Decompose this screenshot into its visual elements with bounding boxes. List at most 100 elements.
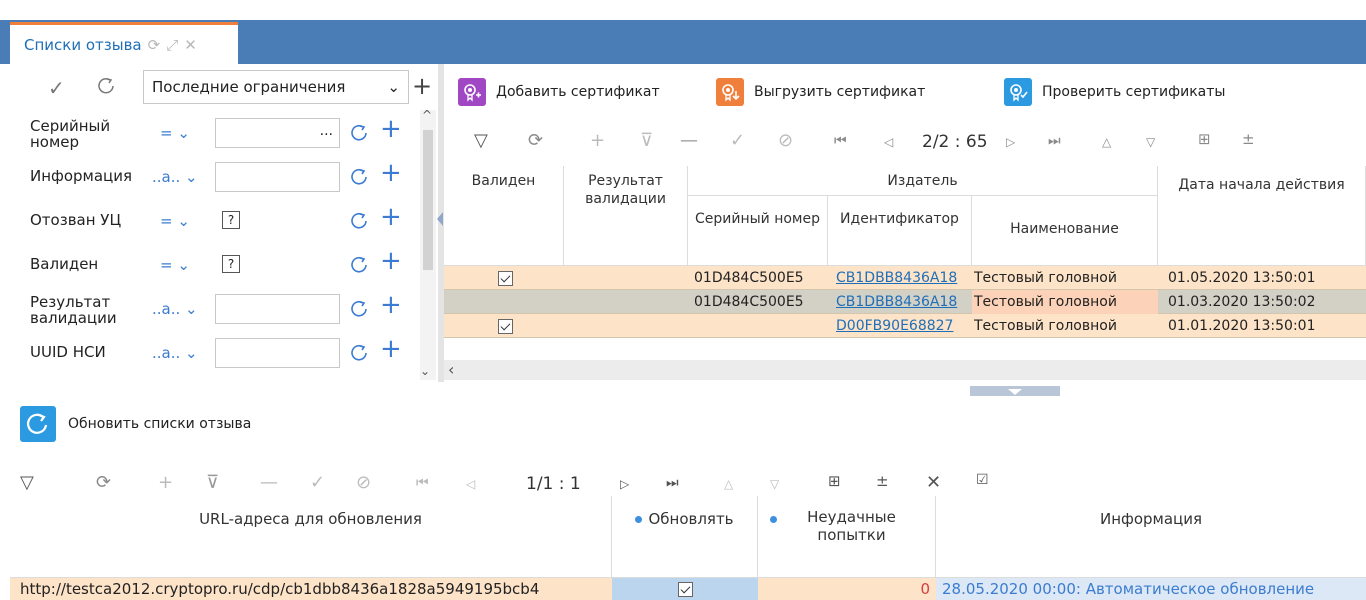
update-checkbox[interactable] xyxy=(612,578,758,600)
add-certificate-button[interactable]: Добавить сертификат xyxy=(458,78,660,106)
copy-icon[interactable]: ⊽ xyxy=(640,130,653,151)
filter-icon[interactable]: ▽ xyxy=(20,472,34,493)
add-icon[interactable]: + xyxy=(380,158,402,188)
refresh-icon[interactable] xyxy=(348,166,370,188)
col-failed-attempts[interactable]: Неудачные попытки xyxy=(758,496,936,578)
cancel-icon[interactable]: ⊘ xyxy=(356,472,371,493)
add-icon[interactable]: + xyxy=(380,334,402,364)
table-row[interactable]: D00FB90E68827 Тестовый головной 01.01.20… xyxy=(444,314,1366,338)
col-info[interactable]: Информация xyxy=(936,496,1366,578)
tristate-checkbox[interactable]: ? xyxy=(222,255,240,273)
tab-close-icon[interactable]: ✕ xyxy=(184,36,197,54)
confirm-icon[interactable]: ✓ xyxy=(730,130,745,151)
col-update[interactable]: Обновлять xyxy=(612,496,758,578)
identifier-link[interactable]: CB1DBB8436A18 xyxy=(836,290,972,314)
copy-icon[interactable]: ⊽ xyxy=(206,472,219,493)
filter-input[interactable] xyxy=(215,162,340,192)
verify-certificates-button[interactable]: Проверить сертификаты xyxy=(1004,78,1225,106)
operator-select[interactable]: = ⌄ xyxy=(160,212,190,230)
add-icon[interactable]: + xyxy=(158,472,173,493)
refresh-icon[interactable] xyxy=(348,254,370,276)
collapse-down-icon[interactable] xyxy=(1008,389,1022,395)
scroll-up-icon[interactable]: ^ xyxy=(422,108,432,122)
start-date-cell: 01.03.2020 13:50:02 xyxy=(1168,294,1316,310)
operator-select[interactable]: ..a.. ⌄ xyxy=(152,300,198,318)
col-name[interactable]: Наименование xyxy=(972,196,1158,266)
identifier-link[interactable]: D00FB90E68827 xyxy=(836,314,972,338)
scroll-down-icon[interactable]: ⌄ xyxy=(420,364,430,378)
identifier-link[interactable]: CB1DBB8436A18 xyxy=(836,266,972,290)
refresh-icon[interactable]: ⟳ xyxy=(528,130,543,151)
sort-desc-icon[interactable]: ▽ xyxy=(1146,135,1155,149)
tab-revocation-lists[interactable]: Списки отзыва ⟳ ⤢ ✕ xyxy=(10,22,238,64)
tab-maximize-icon[interactable]: ⤢ xyxy=(166,36,178,54)
refresh-icon[interactable] xyxy=(348,342,370,364)
table-row[interactable]: 01D484C500E5 CB1DBB8436A18 Тестовый голо… xyxy=(444,266,1366,290)
col-start-date[interactable]: Дата начала действия xyxy=(1158,166,1366,266)
prev-page-icon[interactable]: ◁ xyxy=(466,477,475,491)
table-row[interactable]: 01D484C500E5 CB1DBB8436A18 Тестовый голо… xyxy=(444,290,1366,314)
collapse-left-icon[interactable] xyxy=(437,212,443,226)
confirm-icon[interactable]: ✓ xyxy=(310,472,325,493)
export-certificate-button[interactable]: Выгрузить сертификат xyxy=(716,78,925,106)
refresh-revocation-lists-button[interactable]: Обновить списки отзыва xyxy=(20,406,251,442)
clear-icon[interactable]: ✕ xyxy=(926,472,941,493)
first-page-icon[interactable]: ⏮ xyxy=(834,133,847,149)
operator-select[interactable]: = ⌄ xyxy=(160,256,190,274)
col-url[interactable]: URL-адреса для обновления xyxy=(10,496,612,578)
columns-icon[interactable]: ⊞ xyxy=(1198,130,1211,148)
reset-filter-icon[interactable] xyxy=(96,76,116,96)
first-page-icon[interactable]: ⏮ xyxy=(416,475,429,491)
last-page-icon[interactable]: ⏭ xyxy=(1048,133,1061,149)
add-icon[interactable]: + xyxy=(380,114,402,144)
apply-filter-icon[interactable]: ✓ xyxy=(48,76,65,100)
table-row[interactable]: http://testca2012.cryptopro.ru/cdp/cb1db… xyxy=(10,578,1366,600)
pager-label: 2/2 : 65 xyxy=(922,132,988,152)
tab-title: Списки отзыва xyxy=(24,35,142,54)
filter-icon[interactable]: ▽ xyxy=(474,130,488,151)
sort-asc-icon[interactable]: △ xyxy=(1102,135,1111,149)
next-page-icon[interactable]: ▷ xyxy=(1006,135,1015,149)
add-icon[interactable]: + xyxy=(380,246,402,276)
col-validation-result[interactable]: Результат валидации xyxy=(564,166,688,266)
cancel-icon[interactable]: ⊘ xyxy=(778,130,793,151)
scroll-left-icon[interactable]: ‹ xyxy=(448,360,454,379)
operator-select[interactable]: = ⌄ xyxy=(160,124,190,142)
filter-scroll-thumb[interactable] xyxy=(423,130,433,270)
col-identifier[interactable]: Идентификатор xyxy=(828,196,972,266)
expand-icon[interactable]: ± xyxy=(1242,130,1255,148)
sort-desc-icon[interactable]: ▽ xyxy=(770,477,779,491)
last-page-icon[interactable]: ⏭ xyxy=(666,475,679,491)
add-icon[interactable]: + xyxy=(590,130,605,151)
filter-input[interactable] xyxy=(215,294,340,324)
refresh-icon[interactable] xyxy=(348,210,370,232)
horizontal-splitter[interactable] xyxy=(0,382,1366,398)
select-all-icon[interactable]: ☑ xyxy=(976,472,989,488)
add-filter-preset-icon[interactable]: + xyxy=(412,72,432,100)
refresh-icon[interactable] xyxy=(348,122,370,144)
operator-select[interactable]: ..a.. ⌄ xyxy=(152,344,198,362)
prev-page-icon[interactable]: ◁ xyxy=(884,135,893,149)
add-icon[interactable]: + xyxy=(380,290,402,320)
next-page-icon[interactable]: ▷ xyxy=(620,477,629,491)
filter-row-serial: Серийный номер = ⌄ ... + xyxy=(10,114,420,152)
remove-icon[interactable]: — xyxy=(260,472,278,493)
refresh-icon[interactable] xyxy=(348,298,370,320)
sort-asc-icon[interactable]: △ xyxy=(724,477,733,491)
ellipsis-button[interactable]: ... xyxy=(320,123,333,139)
certificate-actions: Добавить сертификат Выгрузить сертификат… xyxy=(444,78,1366,114)
filter-preset-select[interactable]: Последние ограничения ⌄ xyxy=(143,70,409,104)
columns-icon[interactable]: ⊞ xyxy=(828,472,841,490)
filter-input[interactable]: ... xyxy=(215,118,340,148)
add-icon[interactable]: + xyxy=(380,202,402,232)
remove-icon[interactable]: — xyxy=(680,130,698,151)
col-serial[interactable]: Серийный номер xyxy=(688,196,828,266)
refresh-icon[interactable]: ⟳ xyxy=(96,472,111,493)
operator-select[interactable]: ..a.. ⌄ xyxy=(152,168,198,186)
tab-refresh-icon[interactable]: ⟳ xyxy=(148,36,161,54)
filter-input[interactable] xyxy=(215,338,340,368)
col-valid[interactable]: Валиден xyxy=(444,166,564,266)
horizontal-scrollbar[interactable]: ‹ xyxy=(444,360,1366,380)
expand-icon[interactable]: ± xyxy=(876,472,889,490)
tristate-checkbox[interactable]: ? xyxy=(222,211,240,229)
